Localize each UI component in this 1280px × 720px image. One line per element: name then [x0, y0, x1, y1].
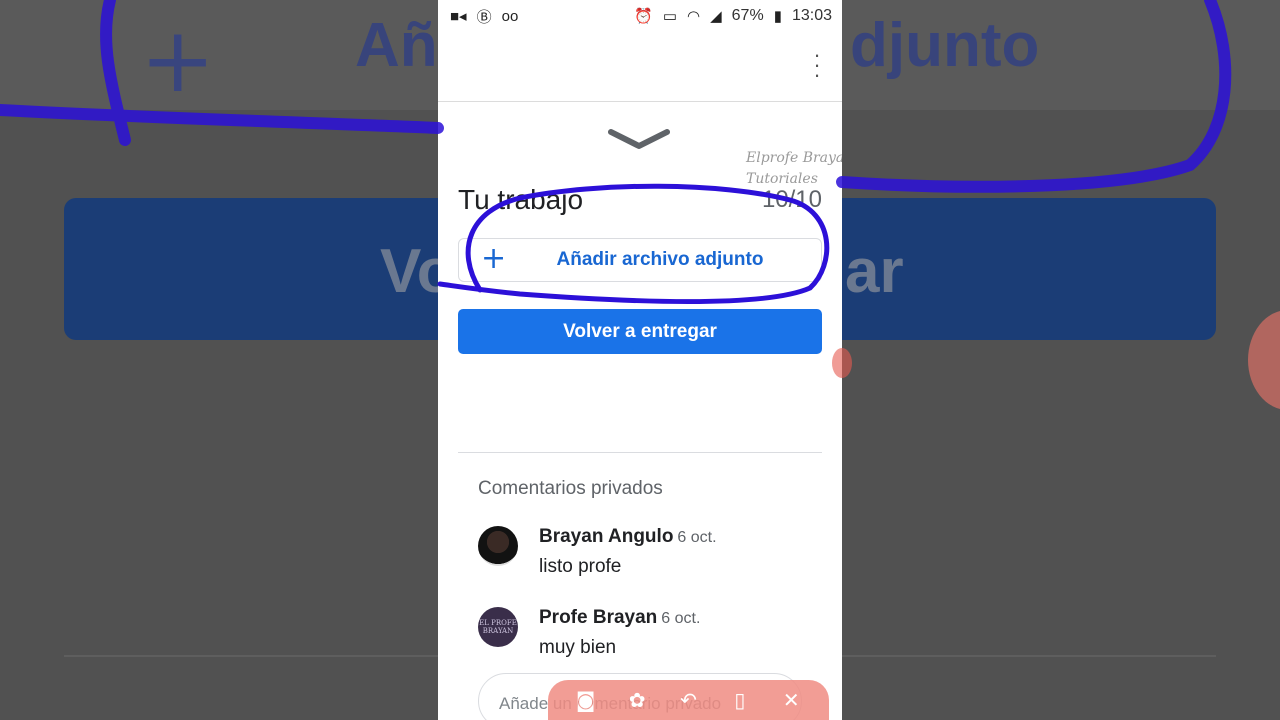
status-right: ⏰ ▭ ◠ ◢ 67% ▮ 13:03 — [634, 7, 832, 25]
screen: + Añ djunto Vo ar ■◂ Ⓑ oo ⏰ ▭ ◠ ◢ 67% ▮ … — [0, 0, 1280, 720]
video-icon: ■◂ — [450, 8, 467, 25]
plus-icon: + — [481, 241, 507, 276]
cast-icon: ▭ — [662, 8, 678, 25]
add-attachment-button[interactable]: + Añadir archivo adjunto — [458, 238, 822, 282]
work-title: Tu trabajo — [458, 184, 584, 215]
battery-percent: 67% — [731, 7, 764, 24]
comment-text: muy bien — [539, 637, 617, 658]
palette-icon[interactable]: ✿ — [620, 688, 654, 712]
section-divider — [458, 452, 822, 453]
avatar: EL PROFE BRAYAN — [478, 607, 518, 647]
status-bar: ■◂ Ⓑ oo ⏰ ▭ ◠ ◢ 67% ▮ 13:03 — [438, 0, 842, 32]
comment-date: 6 oct. — [661, 610, 701, 627]
undo-icon[interactable]: ↶ — [671, 688, 705, 712]
signal-icon: ◢ — [710, 8, 722, 25]
watermark-line-1: Elprofe Brayan — [746, 150, 842, 166]
phone-screen: ■◂ Ⓑ oo ⏰ ▭ ◠ ◢ 67% ▮ 13:03 · · · Elprofe … — [438, 0, 842, 720]
resubmit-button[interactable]: Volver a entregar — [458, 309, 822, 354]
touch-indicator — [832, 348, 852, 378]
private-comments-title: Comentarios privados — [478, 478, 663, 499]
comment-item: EL PROFE BRAYAN Profe Brayan 6 oct. muy b… — [478, 607, 700, 659]
bg-text-right: djunto — [850, 11, 1040, 80]
grade-count: 10/10 — [761, 186, 822, 213]
recorder-toolbar: ◙ ✿ ↶ ▯ ✕ — [548, 680, 829, 720]
bg-bar-text-right: ar — [845, 237, 904, 306]
comment-date: 6 oct. — [677, 529, 717, 546]
chevron-down-icon[interactable] — [608, 128, 670, 150]
app-bar: · · · — [438, 32, 842, 102]
avatar — [478, 526, 518, 566]
comment-body: Brayan Angulo 6 oct. listo profe — [539, 526, 717, 578]
comment-item: Brayan Angulo 6 oct. listo profe — [478, 526, 717, 578]
watermark: Elprofe Brayan Tutoriales — [746, 148, 842, 190]
status-left: ■◂ Ⓑ oo — [450, 6, 518, 27]
bg-red-blob — [1248, 310, 1280, 410]
comment-body: Profe Brayan 6 oct. muy bien — [539, 607, 700, 659]
close-icon[interactable]: ✕ — [774, 688, 808, 712]
alarm-icon: ⏰ — [634, 8, 653, 25]
add-attachment-label: Añadir archivo adjunto — [556, 249, 764, 270]
wifi-icon: ◠ — [687, 8, 701, 25]
comment-author: Profe Brayan — [539, 607, 658, 628]
battery-icon: ▮ — [773, 8, 782, 25]
b-icon: Ⓑ — [476, 8, 492, 26]
trash-icon[interactable]: ▯ — [723, 688, 757, 712]
bg-plus-icon: + — [140, 8, 216, 113]
comment-author: Brayan Angulo — [539, 526, 674, 547]
voicemail-icon: oo — [501, 7, 519, 25]
clock: 13:03 — [791, 7, 832, 24]
bg-text-left: Añ — [355, 11, 438, 80]
comment-text: listo profe — [539, 556, 622, 577]
camera-icon[interactable]: ◙ — [569, 688, 603, 712]
more-options-icon[interactable]: · · · — [812, 44, 822, 86]
